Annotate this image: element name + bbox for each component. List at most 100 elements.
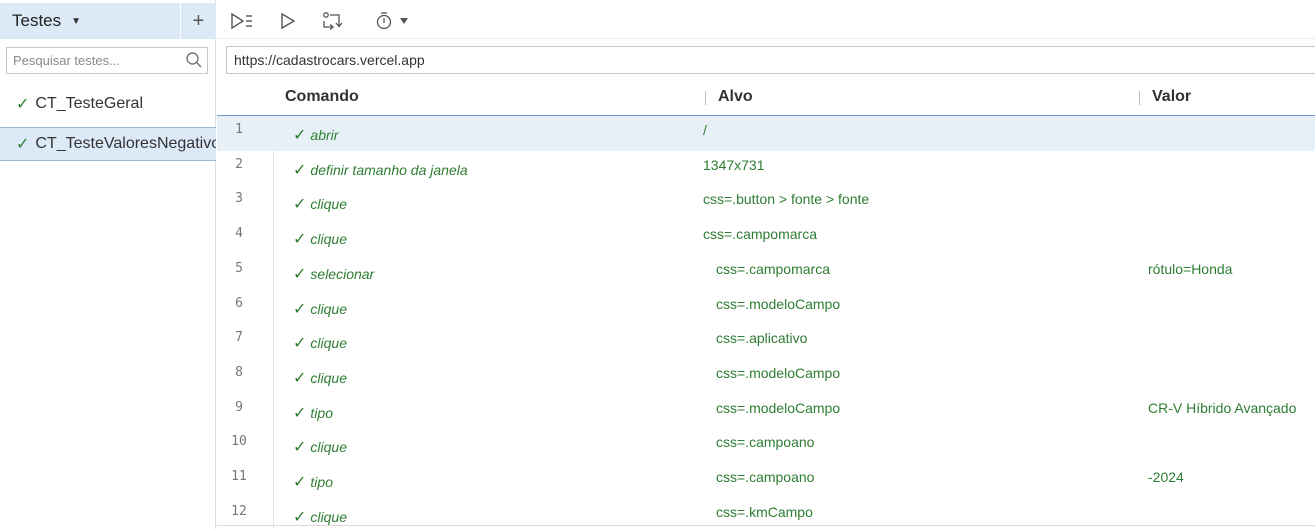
tests-sidebar: Testes ▼ + ✓ CT_TesteGeral ✓ CT_TesteVal… <box>0 0 216 529</box>
target-cell[interactable]: / <box>703 122 707 138</box>
test-item-selected[interactable]: ✓ CT_TesteValoresNegativos <box>0 127 216 161</box>
row-number: 12 <box>231 503 247 519</box>
row-number: 4 <box>235 226 243 242</box>
target-cell[interactable]: css=.aplicativo <box>716 330 807 346</box>
tests-title: Testes <box>12 11 62 30</box>
table-row[interactable]: 4 ✓ clique css=.campomarca <box>217 220 1315 255</box>
toolbar <box>217 3 1315 39</box>
command-cell[interactable]: ✓ abrir <box>293 125 338 145</box>
column-divider[interactable] <box>705 91 706 105</box>
table-row[interactable]: 3 ✓ clique css=.button > fonte > fonte <box>217 185 1315 220</box>
target-cell[interactable]: css=.campoano <box>716 434 814 450</box>
column-header-target: Alvo <box>718 88 753 105</box>
row-number: 11 <box>231 469 247 484</box>
add-test-button[interactable]: + <box>180 3 216 39</box>
test-item[interactable]: ✓ CT_TesteGeral <box>0 87 216 121</box>
table-row[interactable]: 1 ✓ abrir / <box>217 116 1315 151</box>
caret-down-icon: ▼ <box>71 15 82 27</box>
check-icon: ✓ <box>293 196 307 214</box>
test-name: CT_TesteGeral <box>35 95 143 112</box>
table-row[interactable]: 6 ✓ clique css=.modeloCampo <box>217 290 1315 325</box>
row-number: 1 <box>235 122 243 137</box>
column-header-value: Valor <box>1152 88 1192 105</box>
command-text: clique <box>310 335 347 352</box>
tests-header: Testes ▼ + <box>0 3 216 39</box>
value-cell[interactable]: CR-V Híbrido Avançado <box>1148 400 1296 416</box>
speed-control-button[interactable] <box>373 9 411 33</box>
target-cell[interactable]: css=.modeloCampo <box>716 365 840 381</box>
plus-icon: + <box>192 9 205 32</box>
target-cell[interactable]: css=.modeloCampo <box>716 400 840 416</box>
command-text: tipo <box>310 474 333 490</box>
command-cell[interactable]: ✓ clique <box>293 507 347 527</box>
command-text: selecionar <box>310 265 375 282</box>
command-cell[interactable]: ✓ clique <box>293 437 347 457</box>
check-icon: ✓ <box>16 96 30 113</box>
row-number: 9 <box>235 399 243 415</box>
command-cell[interactable]: ✓ clique <box>293 194 347 214</box>
check-icon: ✓ <box>16 136 30 153</box>
column-header-command: Comando <box>285 88 359 105</box>
command-cell[interactable]: ✓ clique <box>293 333 347 353</box>
run-current-test-icon <box>281 12 296 30</box>
column-divider[interactable] <box>1139 91 1140 105</box>
command-cell[interactable]: ✓ clique <box>293 299 347 319</box>
check-icon: ✓ <box>293 127 307 144</box>
command-cell[interactable]: ✓ tipo <box>293 403 333 423</box>
run-all-tests-button[interactable] <box>229 9 255 33</box>
search-tests-input[interactable] <box>7 48 183 73</box>
command-text: clique <box>310 439 347 456</box>
command-text: clique <box>310 231 347 248</box>
row-number: 3 <box>235 191 243 207</box>
test-name: CT_TesteValoresNegativos <box>35 135 216 152</box>
target-cell[interactable]: css=.campomarca <box>703 226 817 242</box>
target-cell[interactable]: css=.button > fonte > fonte <box>703 191 869 207</box>
step-over-icon <box>323 12 343 30</box>
value-cell[interactable]: rótulo=Honda <box>1148 261 1232 277</box>
row-number: 6 <box>235 295 243 311</box>
command-text: clique <box>310 196 347 213</box>
table-row[interactable]: 11 ✓ tipo css=.campoano -2024 <box>217 463 1315 498</box>
command-text: abrir <box>310 127 339 143</box>
search-icon[interactable] <box>185 51 203 69</box>
commands-table-body: 1 ✓ abrir/2 ✓ definir tamanho da janela 1347x… <box>217 116 1315 529</box>
row-number: 2 <box>235 156 243 172</box>
command-cell[interactable]: ✓ selecionar <box>293 264 374 284</box>
target-cell[interactable]: css=.campomarca <box>716 261 830 277</box>
command-cell[interactable]: ✓ tipo <box>293 472 333 492</box>
base-url-input[interactable] <box>227 47 1315 73</box>
check-icon: ✓ <box>293 474 307 491</box>
command-text: clique <box>310 300 347 317</box>
target-cell[interactable]: css=.modeloCampo <box>716 296 840 312</box>
command-cell[interactable]: ✓ definir tamanho da janela <box>293 160 468 180</box>
command-text: definir tamanho da janela <box>310 161 468 178</box>
row-number: 10 <box>231 434 247 450</box>
base-url-field <box>226 46 1315 74</box>
table-row[interactable]: 9 ✓ tipo css=.modeloCampo CR-V Híbrido Avanç… <box>217 394 1315 429</box>
run-all-tests-icon <box>231 12 252 30</box>
target-cell[interactable]: css=.kmCampo <box>716 504 813 520</box>
command-cell[interactable]: ✓ clique <box>293 368 347 388</box>
check-icon: ✓ <box>293 161 307 179</box>
check-icon: ✓ <box>293 335 307 353</box>
table-row[interactable]: 2 ✓ definir tamanho da janela 1347x731 <box>217 151 1315 186</box>
table-row[interactable]: 7 ✓ clique css=.aplicativo <box>217 324 1315 359</box>
target-cell[interactable]: css=.campoano <box>716 469 814 485</box>
run-current-test-button[interactable] <box>277 9 299 33</box>
check-icon: ✓ <box>293 300 307 318</box>
check-icon: ✓ <box>293 231 307 249</box>
tests-dropdown[interactable]: Testes ▼ <box>12 11 81 31</box>
dropdown-caret-icon <box>400 18 408 24</box>
table-row[interactable]: 8 ✓ clique css=.modeloCampo <box>217 359 1315 394</box>
target-cell[interactable]: 1347x731 <box>703 157 765 173</box>
value-cell[interactable]: -2024 <box>1148 469 1184 485</box>
command-text: clique <box>310 369 347 386</box>
commands-table-header: Comando Alvo Valor <box>217 81 1315 116</box>
table-row[interactable]: 5 ✓ selecionar css=.campomarca rótulo=Honda <box>217 255 1315 290</box>
check-icon: ✓ <box>293 508 307 526</box>
command-cell[interactable]: ✓ clique <box>293 229 347 249</box>
table-row[interactable]: 10 ✓ clique css=.campoano <box>217 428 1315 463</box>
check-icon: ✓ <box>293 439 307 457</box>
step-over-button[interactable] <box>320 9 344 33</box>
search-tests-field <box>6 47 208 74</box>
